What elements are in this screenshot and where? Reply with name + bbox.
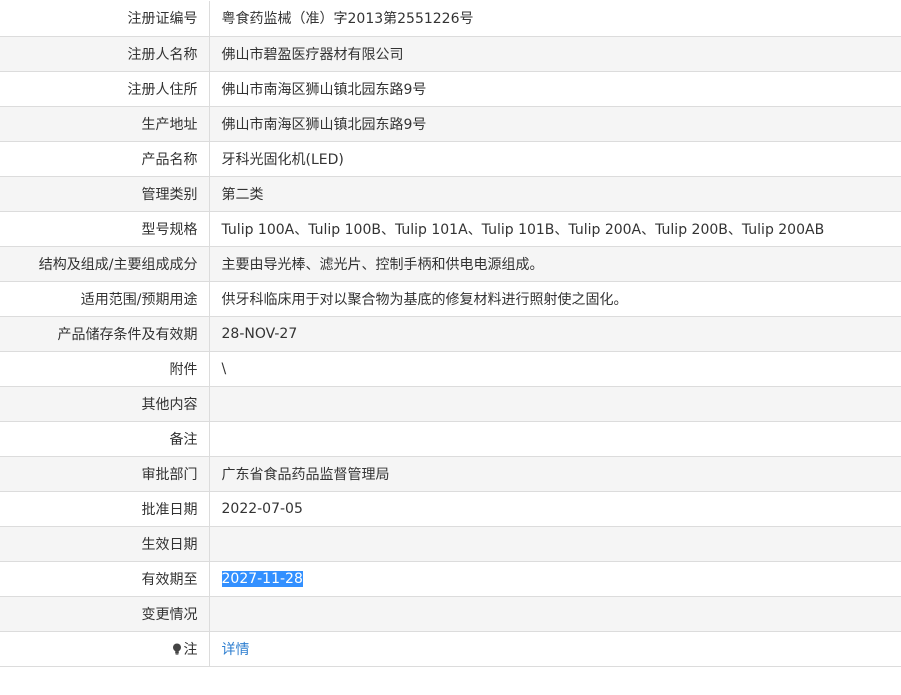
field-value: 佛山市南海区狮山镇北园东路9号 — [209, 70, 901, 107]
field-value: 2022-07-05 — [209, 490, 901, 527]
row-approval-date: 批准日期 2022-07-05 — [0, 490, 901, 527]
row-note: 注 详情 — [0, 630, 901, 667]
field-label: 注册人名称 — [0, 35, 210, 72]
field-label: 审批部门 — [0, 455, 210, 492]
field-value — [209, 595, 901, 632]
field-label: 有效期至 — [0, 560, 210, 597]
field-label: 备注 — [0, 420, 210, 457]
note-label: 注 — [183, 641, 198, 658]
field-value — [209, 525, 901, 562]
row-product-name: 产品名称 牙科光固化机(LED) — [0, 140, 901, 177]
field-value: Tulip 100A、Tulip 100B、Tulip 101A、Tulip 1… — [209, 210, 901, 247]
field-label: 生效日期 — [0, 525, 210, 562]
registration-table: 注册证编号 粤食药监械（准）字2013第2551226号 注册人名称 佛山市碧盈… — [0, 1, 901, 667]
field-label: 型号规格 — [0, 210, 210, 247]
field-label-note: 注 — [0, 630, 210, 667]
field-value — [209, 385, 901, 422]
field-label: 产品名称 — [0, 140, 210, 177]
field-value: 佛山市南海区狮山镇北园东路9号 — [209, 105, 901, 142]
field-value: 供牙科临床用于对以聚合物为基底的修复材料进行照射使之固化。 — [209, 280, 901, 317]
field-label: 产品储存条件及有效期 — [0, 315, 210, 352]
field-value: \ — [209, 350, 901, 387]
row-remarks: 备注 — [0, 420, 901, 457]
row-valid-until: 有效期至 2027-11-28 — [0, 560, 901, 597]
row-structure-composition: 结构及组成/主要组成成分 主要由导光棒、滤光片、控制手柄和供电电源组成。 — [0, 245, 901, 282]
row-registrant-address: 注册人住所 佛山市南海区狮山镇北园东路9号 — [0, 70, 901, 107]
row-change-status: 变更情况 — [0, 595, 901, 632]
field-value: 粤食药监械（准）字2013第2551226号 — [209, 1, 901, 37]
field-label: 生产地址 — [0, 105, 210, 142]
details-link[interactable]: 详情 — [222, 642, 250, 658]
field-label: 其他内容 — [0, 385, 210, 422]
field-label: 结构及组成/主要组成成分 — [0, 245, 210, 282]
field-value: 详情 — [209, 630, 901, 667]
row-intended-use: 适用范围/预期用途 供牙科临床用于对以聚合物为基底的修复材料进行照射使之固化。 — [0, 280, 901, 317]
field-value: 广东省食品药品监督管理局 — [209, 455, 901, 492]
row-storage-expiry: 产品储存条件及有效期 28-NOV-27 — [0, 315, 901, 352]
field-label: 注册证编号 — [0, 1, 210, 37]
field-label: 附件 — [0, 350, 210, 387]
row-approval-department: 审批部门 广东省食品药品监督管理局 — [0, 455, 901, 492]
row-effective-date: 生效日期 — [0, 525, 901, 562]
row-management-category: 管理类别 第二类 — [0, 175, 901, 212]
field-value — [209, 420, 901, 457]
field-value: 2027-11-28 — [209, 560, 901, 597]
field-value: 主要由导光棒、滤光片、控制手柄和供电电源组成。 — [209, 245, 901, 282]
row-registrant-name: 注册人名称 佛山市碧盈医疗器材有限公司 — [0, 35, 901, 72]
field-label: 适用范围/预期用途 — [0, 280, 210, 317]
field-value: 第二类 — [209, 175, 901, 212]
row-other-content: 其他内容 — [0, 385, 901, 422]
field-label: 注册人住所 — [0, 70, 210, 107]
field-label: 变更情况 — [0, 595, 210, 632]
field-value: 牙科光固化机(LED) — [209, 140, 901, 177]
row-model-spec: 型号规格 Tulip 100A、Tulip 100B、Tulip 101A、Tu… — [0, 210, 901, 247]
row-attachment: 附件 \ — [0, 350, 901, 387]
lightbulb-icon — [172, 643, 182, 655]
field-label: 管理类别 — [0, 175, 210, 212]
row-registration-number: 注册证编号 粤食药监械（准）字2013第2551226号 — [0, 1, 901, 37]
row-production-address: 生产地址 佛山市南海区狮山镇北园东路9号 — [0, 105, 901, 142]
selected-text[interactable]: 2027-11-28 — [221, 570, 303, 587]
field-label: 批准日期 — [0, 490, 210, 527]
field-value: 佛山市碧盈医疗器材有限公司 — [209, 35, 901, 72]
field-value: 28-NOV-27 — [209, 315, 901, 352]
